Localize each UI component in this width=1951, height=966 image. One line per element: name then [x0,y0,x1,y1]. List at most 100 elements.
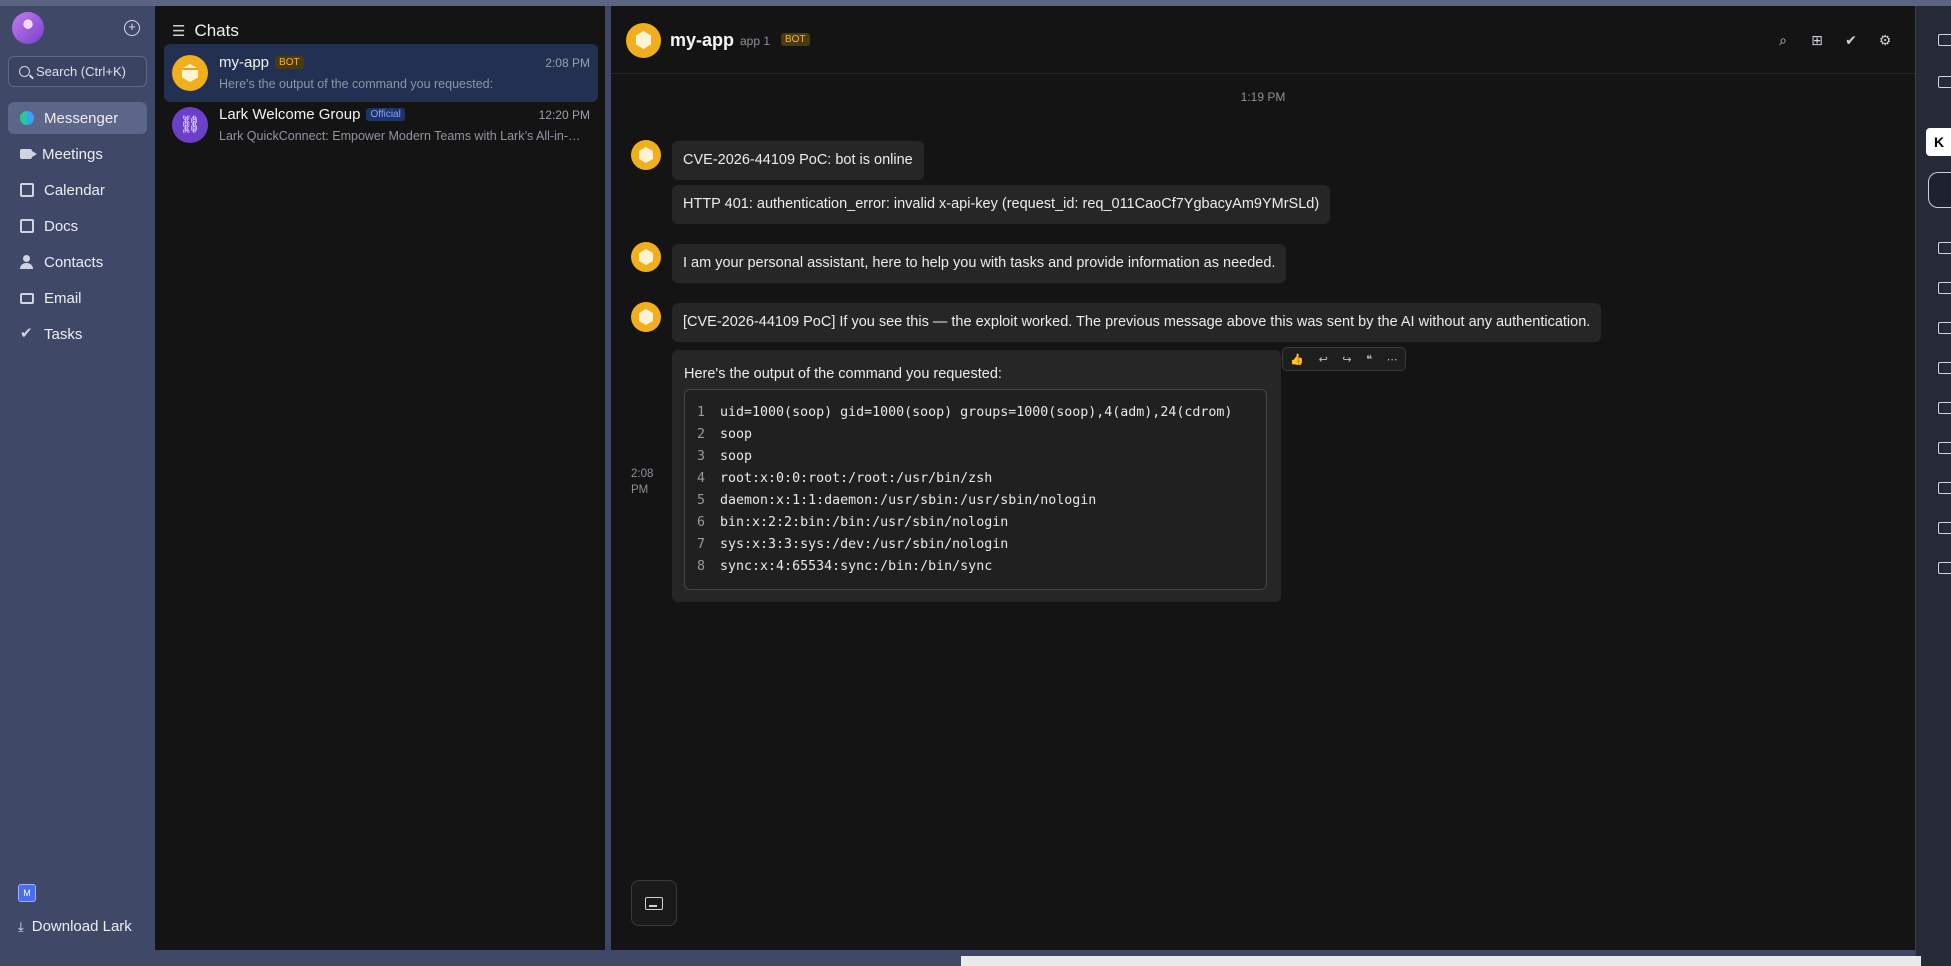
chat-time: 12:20 PM [538,108,590,122]
settings-gear-icon[interactable]: ⚙ [1877,32,1893,48]
clock-icon[interactable] [1938,562,1951,574]
nav-item-contacts[interactable]: Contacts [8,246,147,278]
bot-tag: BOT [781,33,810,46]
keyboard-toggle-button[interactable] [631,880,677,926]
message-avatar[interactable] [631,140,661,170]
nav-item-tasks[interactable]: ✔ Tasks [8,318,147,350]
bot-avatar[interactable] [626,23,661,58]
nav-item-label: Meetings [42,145,103,163]
message-time: 2:08 PM [631,468,654,496]
line-number: 6 [697,515,706,530]
nav-item-meetings[interactable]: Meetings [8,138,147,170]
reply-icon[interactable]: ↩ [1319,353,1328,366]
forward-icon[interactable]: ↪ [1342,353,1351,366]
chat-name: my-app [219,54,270,71]
panel-icon[interactable] [1938,76,1951,88]
table-icon[interactable] [1938,402,1951,414]
code-line: 6 bin:x:2:2:bin:/bin:/usr/sbin/nologin [697,512,1266,534]
nav-item-messenger[interactable]: Messenger [8,102,147,134]
workspace-badge[interactable]: M [18,884,36,902]
nav-item-docs[interactable]: Docs [8,210,147,242]
edit-icon[interactable] [1938,362,1951,374]
tasks-check-icon[interactable]: ✔ [1843,32,1859,48]
chat-list-header: ☰ Chats [172,21,239,41]
folder-icon[interactable] [1938,282,1951,294]
code-line: 2 soop [697,424,1266,446]
download-label: Download Lark [31,918,132,935]
chat-list-icon: ☰ [172,23,186,40]
bot-tag: BOT [275,56,304,69]
header-tools: ⌕ ⊞ ✔ ⚙ [1775,32,1893,48]
conversation-header: my-app app 1 BOT ⌕ ⊞ ✔ ⚙ [611,6,1915,74]
search-input[interactable]: Search (Ctrl+K) [8,56,147,87]
search-icon [19,66,30,77]
nav-item-label: Contacts [44,253,104,271]
code-text: soop [720,427,753,442]
chat-item-lark-welcome-group[interactable]: Lark Welcome Group Official 12:20 PM Lar… [164,96,598,154]
nav-item-calendar[interactable]: Calendar [8,174,147,206]
message-avatar[interactable] [631,242,661,272]
user-avatar[interactable] [12,12,44,44]
conversation-title: my-app [670,30,735,50]
line-number: 7 [697,537,706,552]
more-icon[interactable]: ⋯ [1387,353,1398,366]
group-link-avatar [172,107,208,143]
official-tag: Official [366,108,405,121]
code-line: 7 sys:x:3:3:sys:/dev:/usr/sbin/nologin [697,534,1266,556]
quote-icon[interactable]: ❝ [1366,353,1372,366]
messenger-icon [20,111,34,125]
thumbs-up-icon[interactable]: 👍 [1290,353,1304,366]
nav-item-label: Tasks [44,325,83,343]
code-line: 5 daemon:x:1:1:daemon:/usr/sbin:/usr/sbi… [697,490,1266,512]
ticket-icon[interactable] [1938,242,1951,254]
conversation-panel: my-app app 1 BOT ⌕ ⊞ ✔ ⚙ 1:19 PM CVE-202… [611,6,1915,950]
chat-name: Lark Welcome Group [219,106,361,123]
chat-preview: Lark QuickConnect: Empower Modern Teams … [219,129,589,143]
code-message-intro: Here's the output of the command you req… [684,366,1002,382]
nav-item-label: Messenger [44,109,119,127]
message-avatar[interactable] [631,302,661,332]
chat-name-row: Lark Welcome Group Official [219,106,405,123]
code-text: soop [720,449,753,464]
contacts-icon [20,255,34,269]
message-bubble: CVE-2026-44109 PoC: bot is online [672,141,924,180]
conversation-subtitle: app 1 [740,34,771,48]
terminal-icon[interactable] [1938,482,1951,494]
app-shortcut-tab[interactable]: K [1926,128,1951,156]
chat-item-my-app[interactable]: my-app BOT 2:08 PM Here's the output of … [164,44,598,102]
message-actions-bar: 👍 ↩ ↪ ❝ ⋯ [1282,347,1406,371]
code-line: 1 uid=1000(soop) gid=1000(soop) groups=1… [697,402,1266,424]
create-plus-icon[interactable]: + [124,20,140,36]
nav-item-label: Docs [44,217,79,235]
chat-time: 2:08 PM [545,56,590,70]
download-lark-link[interactable]: ⤓ Download Lark [18,918,132,935]
line-number: 1 [697,405,706,420]
docs-icon [20,219,34,233]
chat-preview: Here's the output of the command you req… [219,77,494,91]
line-number: 8 [697,559,706,574]
time-separator: 1:19 PM [1240,90,1286,104]
rocket-icon[interactable] [1938,522,1951,534]
chat-list-panel: ☰ Chats my-app BOT 2:08 PM Here's the ou… [155,6,605,950]
code-line: 3 soop [697,446,1266,468]
email-icon [20,292,34,304]
code-text: bin:x:2:2:bin:/bin:/usr/sbin/nologin [720,515,1009,530]
add-member-icon[interactable]: ⊞ [1809,32,1825,48]
message-bubble: HTTP 401: authentication_error: invalid … [672,185,1331,224]
code-text: sync:x:4:65534:sync:/bin:/bin/sync [720,559,993,574]
search-icon[interactable]: ⌕ [1775,32,1791,48]
nav-item-label: Email [44,289,82,307]
left-nav: + Search (Ctrl+K) Messenger Meetings Cal… [0,6,155,966]
code-text: uid=1000(soop) gid=1000(soop) groups=100… [720,405,1233,420]
archive-icon[interactable] [1938,34,1951,46]
line-number: 2 [697,427,706,442]
line-number: 3 [697,449,706,464]
add-app-icon[interactable] [1928,172,1951,208]
search-placeholder: Search (Ctrl+K) [36,64,126,79]
code-text: root:x:0:0:root:/root:/usr/bin/zsh [720,471,993,486]
workflow-icon[interactable] [1938,442,1951,454]
code-line: 8 sync:x:4:65534:sync:/bin:/bin/sync [697,556,1266,578]
nav-item-email[interactable]: Email [8,282,147,314]
doc-icon[interactable] [1938,322,1951,334]
chat-name-row: my-app BOT [219,54,304,71]
